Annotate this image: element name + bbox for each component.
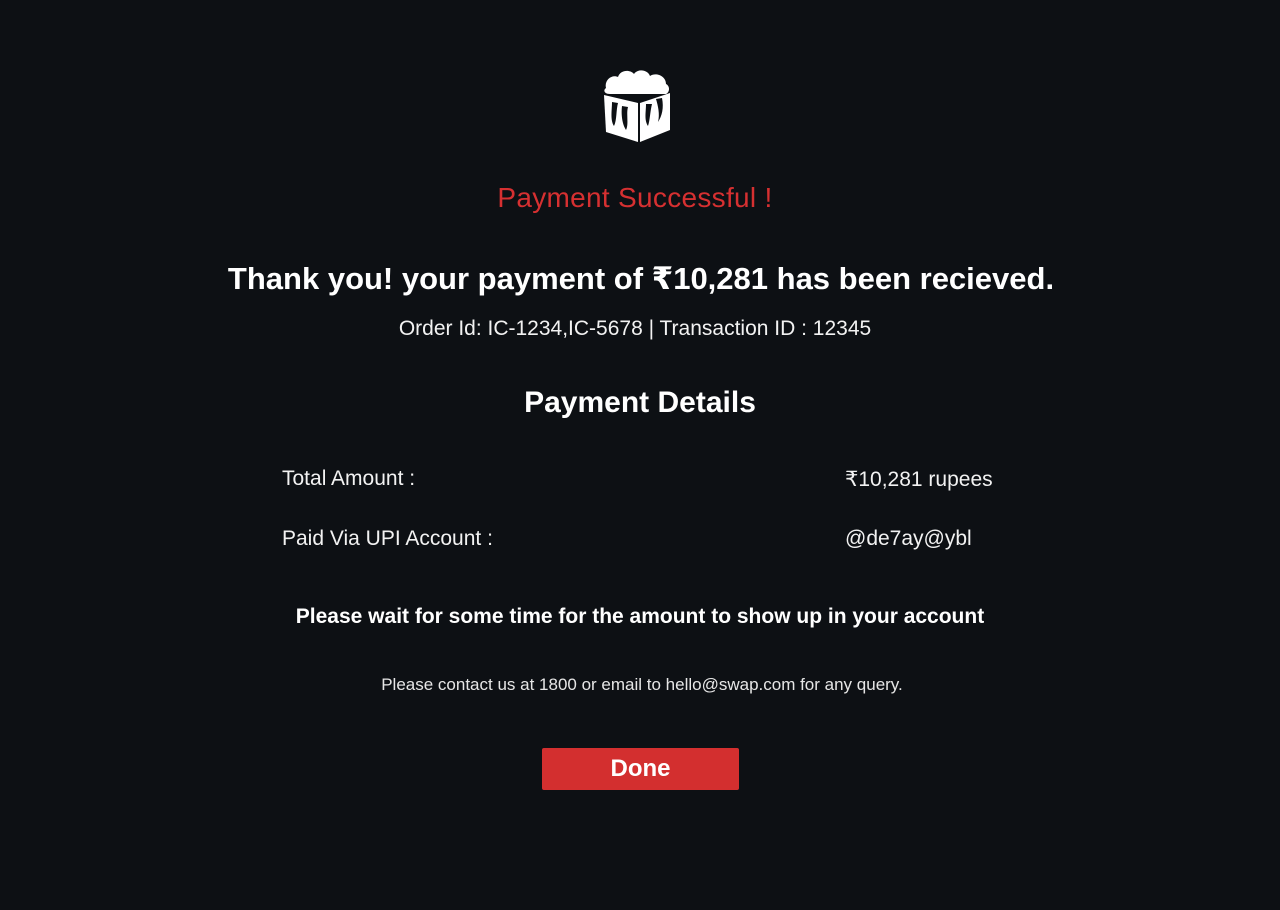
done-button[interactable]: Done — [542, 748, 739, 790]
payment-thank-you-message: Thank you! your payment of ₹10,281 has b… — [227, 261, 1055, 296]
total-amount-value: ₹10,281 rupees — [845, 468, 993, 491]
payment-status-title: Payment Successful ! — [497, 182, 773, 213]
wait-notice: Please wait for some time for the amount… — [295, 605, 985, 628]
upi-account-value: @de7ay@ybl — [845, 527, 972, 550]
brand-logo-icon — [600, 68, 674, 144]
payment-details-heading: Payment Details — [524, 386, 756, 419]
upi-account-label: Paid Via UPI Account : — [282, 527, 493, 550]
payment-success-page: Payment Successful ! Thank you! your pay… — [0, 0, 1280, 910]
order-transaction-info: Order Id: IC-1234,IC-5678 | Transaction … — [398, 317, 872, 340]
total-amount-label: Total Amount : — [282, 467, 416, 490]
contact-info: Please contact us at 1800 or email to he… — [381, 675, 903, 694]
